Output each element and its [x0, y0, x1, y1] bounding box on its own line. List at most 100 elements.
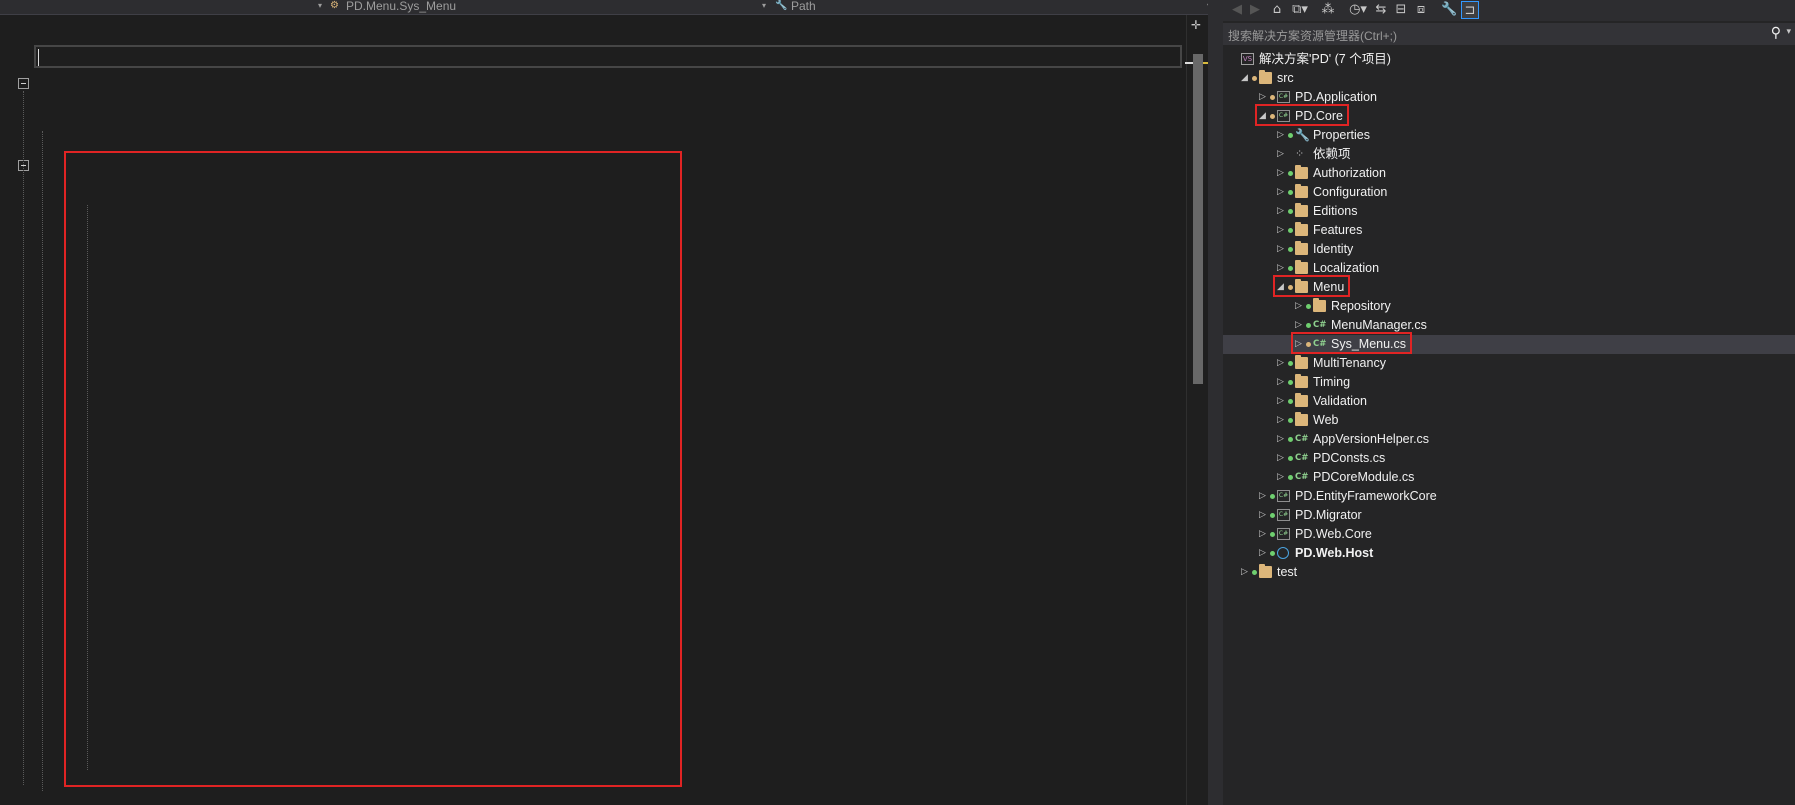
tree-item-label: PDCoreModule.cs: [1313, 470, 1415, 484]
history-icon[interactable]: ◷▾: [1345, 1, 1371, 19]
expand-arrow-icon[interactable]: ▷: [1277, 468, 1287, 487]
wrench-icon: 🔧: [775, 0, 788, 11]
expand-arrow-icon[interactable]: ▷: [1277, 145, 1287, 164]
git-status-icon: [1288, 266, 1293, 271]
tree-item-label: Web: [1313, 413, 1339, 427]
csharp-file-icon: C#: [1295, 472, 1309, 482]
git-status-icon: [1288, 437, 1293, 442]
preview-selected-icon[interactable]: ⊐: [1461, 1, 1479, 19]
expand-arrow-icon[interactable]: ▷: [1277, 449, 1287, 468]
folder-icon: [1295, 393, 1308, 407]
git-status-icon: [1270, 513, 1275, 518]
tree-item-label: Properties: [1313, 128, 1370, 142]
tree-item[interactable]: ▷ C# PDCoreModule.cs: [1223, 468, 1795, 487]
tree-item[interactable]: ◢ src: [1223, 69, 1795, 88]
git-status-icon: [1252, 76, 1257, 81]
collapse-namespace-icon[interactable]: [18, 78, 29, 89]
folder-icon: [1295, 355, 1308, 369]
tree-item[interactable]: ▷ C# PD.Migrator: [1223, 506, 1795, 525]
tree-item[interactable]: ▷ 🔧 Properties: [1223, 126, 1795, 145]
collapse-arrow-icon[interactable]: ◢: [1241, 69, 1251, 88]
panel-splitter[interactable]: [1208, 0, 1223, 805]
expand-arrow-icon[interactable]: ▷: [1277, 221, 1287, 240]
home-icon[interactable]: ⌂: [1269, 1, 1285, 19]
annotation-highlight-box: [1255, 104, 1349, 126]
indent-guide: [42, 131, 43, 791]
tree-item[interactable]: ▷ Timing: [1223, 373, 1795, 392]
pending-changes-icon[interactable]: ⁂: [1320, 1, 1336, 19]
expand-arrow-icon[interactable]: ▷: [1277, 183, 1287, 202]
code-editor[interactable]: [0, 15, 1186, 805]
expand-arrow-icon[interactable]: ▷: [1241, 563, 1251, 582]
solution-explorer-toolbar: ◀ ▶ ⌂ ⧉▾ ⁂ ◷▾ ⇆ ⊟ ⧈ 🔧 ⊐: [1223, 0, 1795, 21]
tree-item[interactable]: ▷ MultiTenancy: [1223, 354, 1795, 373]
tree-item[interactable]: ▷ Authorization: [1223, 164, 1795, 183]
tree-item[interactable]: ▷ Web: [1223, 411, 1795, 430]
member-dropdown[interactable]: 🔧Path ▾: [775, 0, 1215, 14]
project-dropdown[interactable]: ▾: [0, 0, 326, 14]
tree-item[interactable]: ▷ Editions: [1223, 202, 1795, 221]
expand-arrow-icon[interactable]: ▷: [1277, 411, 1287, 430]
solution-explorer-search-input[interactable]: 搜索解决方案资源管理器(Ctrl+;) ⚲ ▾: [1223, 23, 1795, 45]
tree-item-label: src: [1277, 71, 1294, 85]
tree-item[interactable]: ▷ C# PD.EntityFrameworkCore: [1223, 487, 1795, 506]
tree-item[interactable]: ▷ ⁘ 依赖项: [1223, 145, 1795, 164]
tree-item-label: PD.Web.Core: [1295, 527, 1372, 541]
expand-arrow-icon[interactable]: ▷: [1277, 202, 1287, 221]
expand-arrow-icon[interactable]: ▷: [1277, 126, 1287, 145]
expand-arrow-icon[interactable]: ▷: [1259, 525, 1269, 544]
git-status-icon: [1288, 133, 1293, 138]
expand-arrow-icon[interactable]: ▷: [1277, 392, 1287, 411]
tree-item[interactable]: ▷ PD.Web.Host: [1223, 544, 1795, 563]
expand-arrow-icon[interactable]: ▷: [1295, 297, 1305, 316]
back-icon[interactable]: ◀: [1230, 1, 1244, 19]
expand-arrow-icon[interactable]: ▷: [1277, 373, 1287, 392]
folder-icon: [1313, 298, 1326, 312]
search-placeholder: 搜索解决方案资源管理器(Ctrl+;): [1228, 29, 1397, 43]
class-dropdown[interactable]: ⚙ PD.Menu.Sys_Menu ▾: [330, 0, 770, 14]
git-status-icon: [1270, 95, 1275, 100]
tree-item[interactable]: ▷ C# PD.Web.Core: [1223, 525, 1795, 544]
expand-arrow-icon[interactable]: ▷: [1277, 240, 1287, 259]
scroll-thumb[interactable]: [1193, 54, 1203, 384]
tree-item-label: Configuration: [1313, 185, 1388, 199]
text-caret: [38, 49, 39, 66]
editor-vertical-scrollbar[interactable]: ✛: [1185, 15, 1211, 805]
tree-item[interactable]: ▷ test: [1223, 563, 1795, 582]
tree-item-label: Repository: [1331, 299, 1391, 313]
tree-item[interactable]: ▷ Validation: [1223, 392, 1795, 411]
expand-arrow-icon[interactable]: ▷: [1259, 544, 1269, 563]
show-all-files-icon[interactable]: ⧈: [1413, 1, 1429, 19]
forward-icon[interactable]: ▶: [1248, 1, 1262, 19]
git-status-icon: [1252, 570, 1257, 575]
tree-item[interactable]: ▷ Repository: [1223, 297, 1795, 316]
chevron-down-icon[interactable]: ▾: [1786, 27, 1791, 37]
tree-item[interactable]: ▷ Configuration: [1223, 183, 1795, 202]
expand-arrow-icon[interactable]: ▷: [1259, 506, 1269, 525]
expand-arrow-icon[interactable]: ▷: [1259, 487, 1269, 506]
tree-item-label: 依赖项: [1313, 147, 1351, 161]
expand-arrow-icon[interactable]: ▷: [1277, 430, 1287, 449]
tree-item[interactable]: ▷ C# PDConsts.cs: [1223, 449, 1795, 468]
tree-item[interactable]: VS 解决方案'PD' (7 个项目): [1223, 50, 1795, 69]
git-status-icon: [1270, 551, 1275, 556]
annotation-highlight-box: [64, 151, 682, 787]
split-window-icon[interactable]: ✛: [1191, 18, 1201, 32]
web-project-icon: [1277, 547, 1289, 559]
git-status-icon: [1288, 209, 1293, 214]
folder-icon: [1259, 564, 1272, 578]
switch-views-icon[interactable]: ⧉▾: [1289, 1, 1311, 19]
tree-item[interactable]: ▷ C# AppVersionHelper.cs: [1223, 430, 1795, 449]
git-status-icon: [1306, 304, 1311, 309]
expand-arrow-icon[interactable]: ▷: [1277, 164, 1287, 183]
tree-item[interactable]: ▷ Identity: [1223, 240, 1795, 259]
editor-navigation-bar: ▾ ⚙ PD.Menu.Sys_Menu ▾ 🔧Path ▾: [0, 0, 1217, 15]
annotation-highlight-box: [1291, 332, 1412, 354]
sync-icon[interactable]: ⇆: [1373, 1, 1389, 19]
collapse-all-icon[interactable]: ⊟: [1393, 1, 1409, 19]
wrench-icon: 🔧: [1295, 128, 1310, 142]
search-icon[interactable]: ⚲: [1771, 25, 1781, 41]
expand-arrow-icon[interactable]: ▷: [1277, 354, 1287, 373]
properties-wrench-icon[interactable]: 🔧: [1441, 1, 1457, 19]
tree-item[interactable]: ▷ Features: [1223, 221, 1795, 240]
